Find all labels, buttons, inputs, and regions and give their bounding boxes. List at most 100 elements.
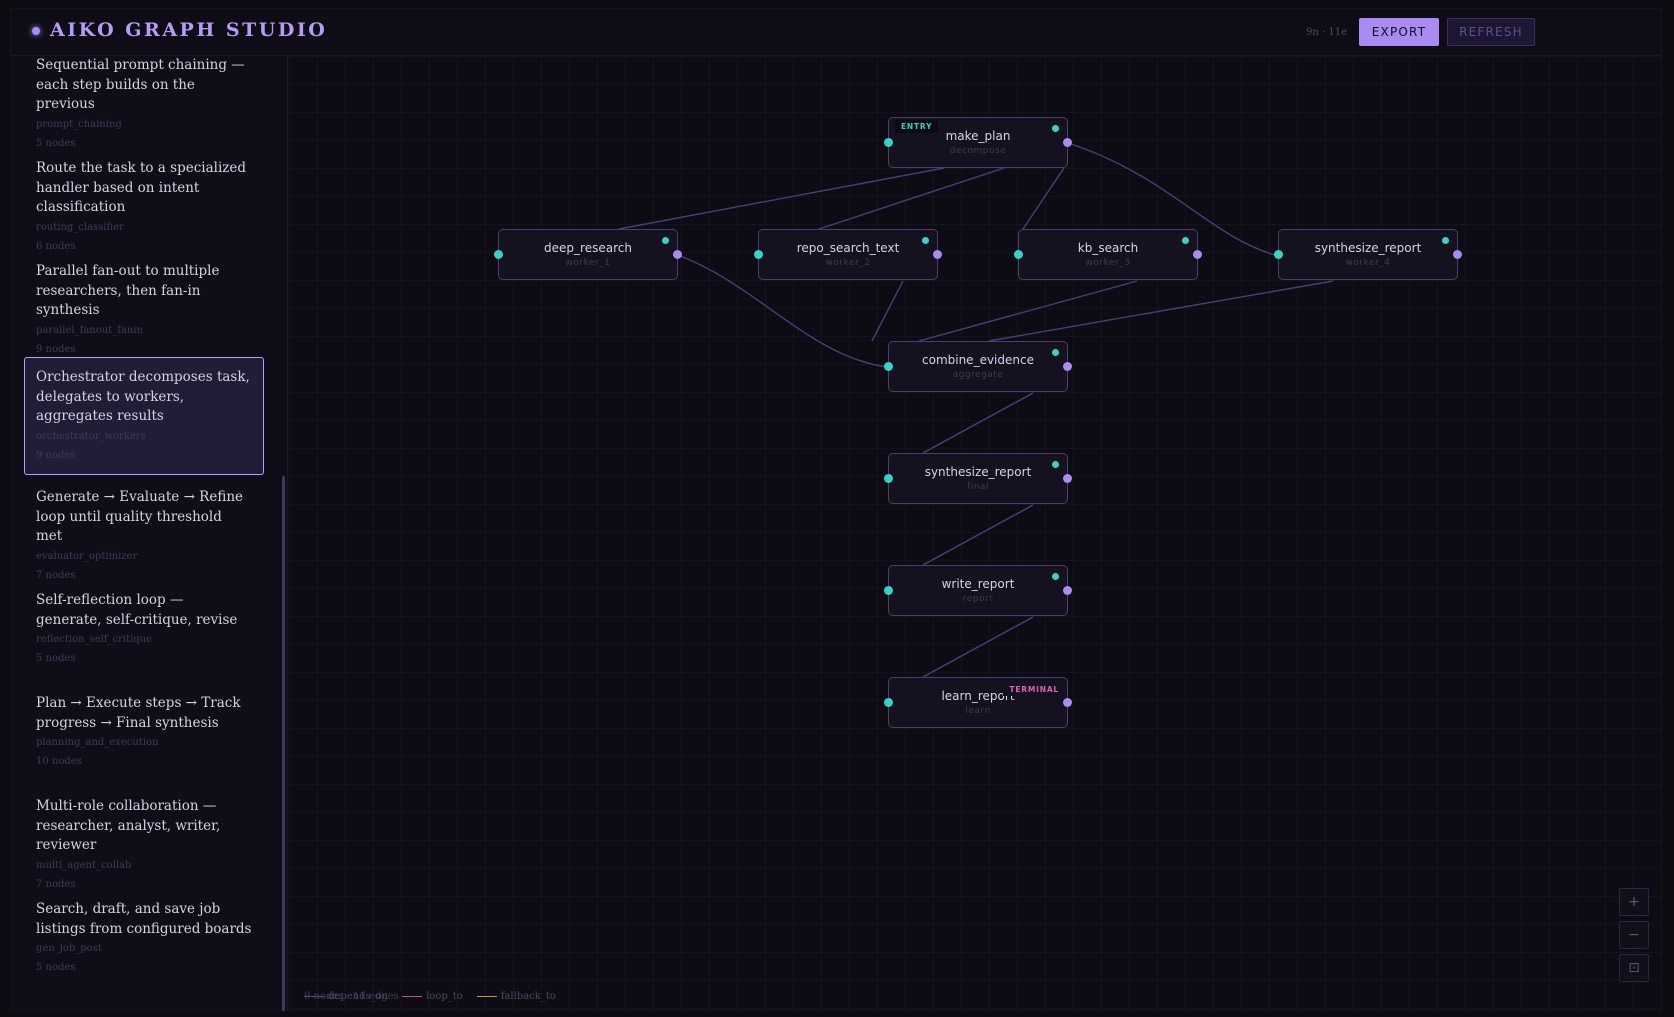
- edge-make_plan-kb_search: [1022, 167, 1065, 230]
- edge-legend: 9 nodes · 11 edges depends_on loop_to fa…: [304, 991, 570, 1002]
- status-dot-icon: [662, 237, 669, 244]
- zoom-out-button[interactable]: −: [1619, 921, 1649, 949]
- sidebar-scrollbar[interactable]: [282, 476, 285, 1011]
- node-role: final: [967, 482, 989, 492]
- card-id: routing_classifier: [36, 221, 124, 233]
- node-synthesize-report-worker[interactable]: synthesize_report worker_4: [1274, 229, 1462, 280]
- sidebar-item-orchestrator-workers[interactable]: Orchestrator decomposes task, delegates …: [24, 357, 264, 475]
- edge-layer: [618, 142, 1334, 678]
- edge-kb_search-combine_evidence: [918, 280, 1138, 342]
- card-description: Search, draft, and save job listings fro…: [36, 901, 252, 937]
- zoom-in-button[interactable]: +: [1619, 888, 1649, 916]
- node-role: decompose: [949, 146, 1007, 156]
- card-description: Sequential prompt chaining — each step b…: [36, 57, 245, 112]
- status-dot-icon: [1052, 349, 1059, 356]
- sidebar[interactable]: Sequential prompt chaining — each step b…: [10, 56, 288, 1011]
- input-port[interactable]: [884, 698, 893, 707]
- output-port[interactable]: [1063, 362, 1072, 371]
- node-deep-research[interactable]: deep_research worker_1: [494, 229, 682, 280]
- status-dot-icon: [1182, 237, 1189, 244]
- input-port[interactable]: [884, 138, 893, 147]
- legend-item-loop-to: loop_to: [402, 991, 463, 1002]
- node-name: repo_search_text: [796, 241, 900, 255]
- card-node-count: 5 nodes: [36, 962, 76, 973]
- node-name: write_report: [941, 577, 1015, 591]
- sidebar-item-planning-and-execution[interactable]: Plan → Execute steps → Track progress → …: [24, 694, 264, 770]
- card-description: Plan → Execute steps → Track progress → …: [36, 695, 241, 731]
- card-node-count: 7 nodes: [36, 569, 76, 581]
- card-id: planning_and_execution: [36, 737, 159, 748]
- node-make-plan[interactable]: ENTRY make_plan decompose: [884, 117, 1072, 168]
- graph-canvas[interactable]: ENTRY make_plan decompose deep_research …: [289, 56, 1661, 1010]
- node-kb-search[interactable]: kb_search worker_3: [1014, 229, 1202, 280]
- refresh-button[interactable]: REFRESH: [1447, 18, 1535, 46]
- input-port[interactable]: [1274, 250, 1283, 259]
- input-port[interactable]: [494, 250, 503, 259]
- card-node-count: 6 nodes: [36, 240, 76, 252]
- node-role: aggregate: [952, 370, 1004, 380]
- top-bar: AIKO GRAPH STUDIO 9n · 11e EXPORT REFRES…: [10, 8, 1662, 56]
- status-dot-icon: [1052, 573, 1059, 580]
- input-port[interactable]: [754, 250, 763, 259]
- output-port[interactable]: [673, 250, 682, 259]
- node-synthesize-report-final[interactable]: synthesize_report final: [884, 453, 1072, 504]
- sidebar-item-parallel-fanout-fanin[interactable]: Parallel fan-out to multiple researchers…: [24, 262, 264, 358]
- card-id: orchestrator_workers: [36, 430, 146, 442]
- card-description: Route the task to a specialized handler …: [36, 160, 247, 215]
- node-name: kb_search: [1077, 241, 1139, 255]
- legend-label: loop_to: [426, 991, 463, 1002]
- card-id: reflection_self_critique: [36, 634, 153, 645]
- sidebar-item-prompt-chaining[interactable]: Sequential prompt chaining — each step b…: [24, 56, 264, 152]
- output-port[interactable]: [1063, 138, 1072, 147]
- card-id: prompt_chaining: [36, 118, 122, 130]
- input-port[interactable]: [884, 586, 893, 595]
- card-id: gen_job_post: [36, 943, 102, 954]
- node-write-report[interactable]: write_report report: [884, 565, 1072, 616]
- card-description: Self-reflection loop — generate, self-cr…: [36, 592, 238, 628]
- card-id: evaluator_optimizer: [36, 550, 138, 562]
- sidebar-item-routing-classifier[interactable]: Route the task to a specialized handler …: [24, 159, 264, 255]
- card-description: Orchestrator decomposes task, delegates …: [36, 369, 250, 424]
- card-description: Multi-role collaboration — researcher, a…: [36, 798, 221, 853]
- output-port[interactable]: [1063, 698, 1072, 707]
- status-dot-icon: [1052, 461, 1059, 468]
- card-id: parallel_fanout_fanin: [36, 324, 143, 336]
- loop-to-line-icon: [402, 995, 423, 998]
- node-role: worker_3: [1085, 258, 1131, 268]
- export-button[interactable]: EXPORT: [1359, 18, 1439, 46]
- brand-dot-icon: [32, 27, 40, 35]
- app-title: AIKO GRAPH STUDIO: [50, 19, 328, 41]
- input-port[interactable]: [884, 362, 893, 371]
- card-node-count: 9 nodes: [36, 449, 76, 461]
- output-port[interactable]: [1063, 586, 1072, 595]
- node-role: learn: [965, 706, 991, 716]
- sidebar-item-gen-job-post[interactable]: Search, draft, and save job listings fro…: [24, 900, 264, 976]
- node-name: deep_research: [544, 241, 632, 255]
- edge-combine_evidence-synthesize_report_final: [922, 392, 1034, 454]
- node-name: combine_evidence: [922, 353, 1034, 367]
- output-port[interactable]: [1063, 474, 1072, 483]
- sidebar-item-reflection-self-critique[interactable]: Self-reflection loop — generate, self-cr…: [24, 591, 264, 667]
- entry-badge: ENTRY: [895, 120, 939, 133]
- input-port[interactable]: [1014, 250, 1023, 259]
- node-repo-search-text[interactable]: repo_search_text worker_2: [754, 229, 942, 280]
- output-port[interactable]: [1453, 250, 1462, 259]
- edge-synthesize_report_final-write_report: [922, 504, 1034, 566]
- output-port[interactable]: [1193, 250, 1202, 259]
- edge-repo_search_text-combine_evidence: [871, 280, 904, 342]
- fit-view-button[interactable]: ⊡: [1619, 954, 1649, 982]
- card-node-count: 9 nodes: [36, 343, 76, 355]
- status-dot-icon: [1052, 125, 1059, 132]
- output-port[interactable]: [933, 250, 942, 259]
- node-role: worker_4: [1345, 258, 1391, 268]
- sidebar-item-evaluator-optimizer[interactable]: Generate → Evaluate → Refine loop until …: [24, 488, 264, 584]
- node-role: worker_2: [825, 258, 871, 268]
- node-combine-evidence[interactable]: combine_evidence aggregate: [884, 341, 1072, 392]
- node-role: worker_1: [565, 258, 611, 268]
- card-description: Parallel fan-out to multiple researchers…: [36, 263, 220, 318]
- sidebar-item-multi-agent-collab[interactable]: Multi-role collaboration — researcher, a…: [24, 797, 264, 893]
- input-port[interactable]: [884, 474, 893, 483]
- node-learn-report[interactable]: TERMINAL learn_report learn: [884, 677, 1072, 728]
- legend-item-fallback-to: fallback_to: [476, 991, 556, 1002]
- card-description: Generate → Evaluate → Refine loop until …: [36, 489, 244, 544]
